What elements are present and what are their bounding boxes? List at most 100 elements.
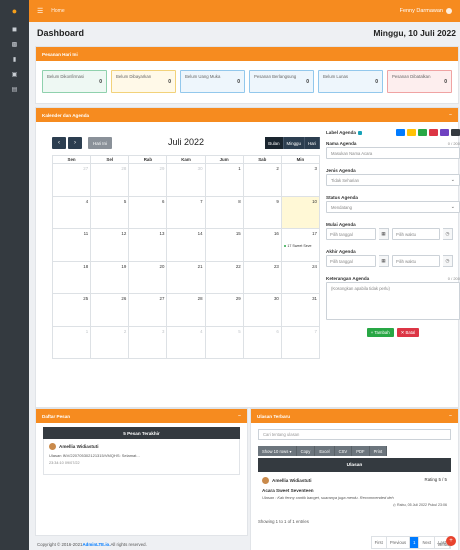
prev-month-button[interactable]: ‹ [52,137,66,149]
view-bulan-button[interactable]: Bulan [265,137,284,149]
today-button[interactable]: Hari Ini [88,137,112,149]
calendar-icon[interactable]: ▣ [0,67,29,82]
order-status-box[interactable]: Belum Uang Muka 0 [180,70,245,93]
calendar-day-cell[interactable]: 15 [204,228,244,262]
calendar-day-cell[interactable]: 7 [166,195,206,229]
calendar-day-cell[interactable]: 13 [128,228,168,262]
dashboard-icon[interactable]: ◼ [0,22,29,37]
order-status-box[interactable]: Belum Dibayarkan 0 [111,70,176,93]
collapse-icon[interactable]: − [449,112,452,118]
start-date-input[interactable]: Pilih tanggal [326,228,376,240]
calendar-day-cell[interactable]: 1 [204,163,244,197]
calendar-day-cell[interactable]: 3 [280,163,321,197]
brand-link[interactable]: AdminLTE.io. [82,542,110,547]
calendar-day-cell[interactable]: 4 [166,325,206,359]
start-time-input[interactable]: Pilih waktu [392,228,440,240]
clock-icon[interactable]: ◷ [443,228,453,240]
user-menu[interactable]: Fenny Darmawan [400,8,452,14]
calendar-day-cell[interactable]: 6 [242,325,282,359]
calendar-day-cell[interactable]: 26 [90,293,130,327]
calendar-icon[interactable]: ▦ [379,255,389,267]
collapse-icon[interactable]: − [449,413,452,419]
color-swatch[interactable] [440,129,449,136]
order-status-box[interactable]: Pesanan Dibatalkan 0 [387,70,452,93]
messages-icon[interactable]: ▮ [0,52,29,67]
calendar-day-cell[interactable]: 10 [280,195,321,229]
calendar-day-cell[interactable]: 25 [51,293,92,327]
color-swatch[interactable] [451,129,460,136]
calendar-day-cell[interactable]: 6 [128,195,168,229]
export-button[interactable]: Copy [296,446,316,456]
view-minggu-button[interactable]: Minggu [283,137,305,149]
calendar-day-cell[interactable]: 17 17 Sweet Seve [280,228,321,262]
agenda-type-select[interactable]: Tidak Seharian ⌄ [326,174,460,186]
export-button[interactable]: Show 10 rows ▾ [258,446,297,456]
calendar-day-cell[interactable]: 5 [204,325,244,359]
calendar-day-cell[interactable]: 1 [51,325,92,359]
export-button[interactable]: PDF [352,446,370,456]
agenda-status-select[interactable]: Mendatang ⌄ [326,201,460,213]
end-date-input[interactable]: Pilih tanggal [326,255,376,267]
calendar-day-cell[interactable]: 5 [90,195,130,229]
calendar-day-cell[interactable]: 27 [128,293,168,327]
chart-icon[interactable]: ▤ [0,82,29,97]
calendar-day-cell[interactable]: 2 [90,325,130,359]
calendar-week-row: 1 2 3 4 5 6 7 [51,325,321,359]
color-swatch[interactable] [429,129,438,136]
brand-logo-icon[interactable]: ● [0,0,29,22]
calendar-icon[interactable]: ▦ [379,228,389,240]
order-status-box[interactable]: Belum Lunas 0 [318,70,383,93]
home-link[interactable]: Home [51,8,64,14]
calendar-day-cell[interactable]: 27 [51,163,92,197]
calendar-day-cell[interactable]: 19 [90,260,130,294]
calendar-day-cell[interactable]: 29 [204,293,244,327]
export-button[interactable]: Print [369,446,388,456]
hamburger-icon[interactable]: ☰ [37,7,43,15]
agenda-name-input[interactable]: Masukan Nama Acara [326,147,460,159]
message-item[interactable]: Amellia Widiastuti Ulasan INV/2207053021… [43,439,240,475]
calendar-day-cell[interactable]: 22 [204,260,244,294]
cancel-agenda-button[interactable]: ✕ Batal [396,328,420,337]
calendar-day-cell[interactable]: 14 [166,228,206,262]
calendar-day-cell[interactable]: 30 [166,163,206,197]
reviewer: Amellia Widiastuti [262,476,447,484]
export-button[interactable]: Excel [315,446,335,456]
color-swatch[interactable] [396,129,405,136]
order-status-box[interactable]: Pesanan Berlangsung 0 [249,70,314,93]
calendar-day-cell[interactable]: 20 [128,260,168,294]
agenda-desc-textarea[interactable]: (Kosongkan apabila tidak perlu) [326,282,460,320]
calendar-day-cell[interactable]: 31 [280,293,321,327]
calendar-day-cell[interactable]: 9 [242,195,282,229]
calendar-day-cell[interactable]: 18 [51,260,92,294]
calendar-day-cell[interactable]: 24 [280,260,321,294]
color-swatch[interactable] [407,129,416,136]
calendar-day-cell[interactable]: 21 [166,260,206,294]
calendar-day-cell[interactable]: 2 [242,163,282,197]
calendar-day-cell[interactable]: 16 [242,228,282,262]
calendar-day-cell[interactable]: 8 [204,195,244,229]
next-month-button[interactable]: › [68,137,82,149]
collapse-icon[interactable]: − [238,413,241,419]
add-fab-button[interactable]: + [446,536,456,546]
message-text: Ulasan INV/220705302121315/VMQHS: Selama… [49,453,140,458]
order-status-box[interactable]: Belum Dikonfirmasi 0 [42,70,107,93]
calendar-event[interactable]: 17 Sweet Seve [283,244,318,248]
calendar-day-cell[interactable]: 7 [280,325,321,359]
calendar-day-cell[interactable]: 29 [128,163,168,197]
calendar-day-cell[interactable]: 4 [51,195,92,229]
calendar-day-cell[interactable]: 23 [242,260,282,294]
calendar-day-cell[interactable]: 12 [90,228,130,262]
add-agenda-button[interactable]: + Tambah [366,328,394,337]
clock-icon[interactable]: ◷ [443,255,453,267]
calendar-day-cell[interactable]: 30 [242,293,282,327]
export-button[interactable]: CSV [334,446,353,456]
end-time-input[interactable]: Pilih waktu [392,255,440,267]
calendar-day-cell[interactable]: 28 [90,163,130,197]
calendar-day-cell[interactable]: 11 [51,228,92,262]
orders-icon[interactable]: ▩ [0,37,29,52]
calendar-day-cell[interactable]: 3 [128,325,168,359]
calendar-day-cell[interactable]: 28 [166,293,206,327]
review-search-input[interactable]: Cari tentang ulasan [258,429,451,440]
color-swatch[interactable] [418,129,427,136]
view-hari-button[interactable]: Hari [304,137,320,149]
